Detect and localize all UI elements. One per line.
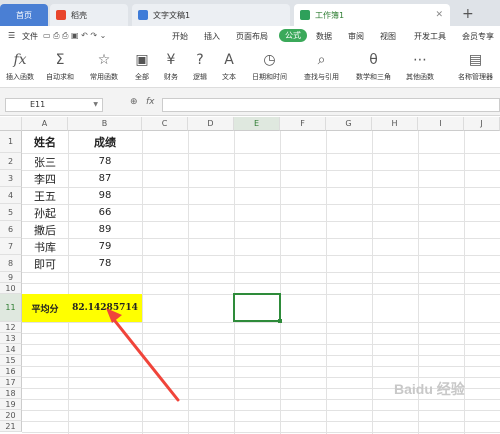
name-box[interactable]: E11 ▼ <box>5 98 103 112</box>
zoom-icon[interactable]: ⊕ <box>130 97 138 107</box>
menu-data[interactable]: 数据 <box>316 31 332 42</box>
fx-label[interactable]: fx <box>146 97 155 107</box>
text-icon: A <box>224 52 234 68</box>
tab-workbook-label: 工作簿1 <box>315 10 345 20</box>
fx-icon: fx <box>13 52 27 68</box>
menu-bar: ☰ 文件 ▭ ⎙ ⎙ ▣ ↶ ↷ ⌄ 开始 插入 页面布局 公式 数据 审阅 视… <box>0 26 500 48</box>
autosum-button[interactable]: Σ 自动求和 <box>46 51 74 82</box>
formula-bar: E11 ▼ ⊕ fx <box>0 88 500 116</box>
date-time-button[interactable]: ◷ 日期和时间 <box>252 51 287 82</box>
lookup-icon: ⌕ <box>317 52 326 68</box>
tab-home[interactable]: 首页 <box>0 4 48 26</box>
menu-developer[interactable]: 开发工具 <box>414 31 446 42</box>
new-tab-button[interactable]: + <box>462 6 474 22</box>
arrow-head-icon <box>106 308 122 323</box>
sigma-icon: Σ <box>55 52 65 68</box>
finance-icon: ¥ <box>166 52 176 68</box>
name-manager-icon: ▤ <box>468 52 483 68</box>
text-button[interactable]: A 文本 <box>222 51 236 82</box>
function-box-icon: ☆ <box>97 52 111 68</box>
formula-input[interactable] <box>162 98 500 112</box>
spreadsheet-icon <box>300 10 310 20</box>
tab-document-label: 文字文稿1 <box>153 10 191 20</box>
math-icon: θ <box>369 52 378 68</box>
insert-function-button[interactable]: fx 插入函数 <box>6 51 34 82</box>
all-functions-button[interactable]: ▣ 全部 <box>135 51 149 82</box>
cell-reference: E11 <box>30 100 46 109</box>
toolbar-quick-icons[interactable]: ▭ ⎙ ⎙ ▣ ↶ ↷ ⌄ <box>43 31 106 41</box>
tab-daoke[interactable]: 稻壳 <box>50 4 128 26</box>
arrow-shaft <box>109 314 180 402</box>
tab-bar: 首页 稻壳 文字文稿1 工作簿1 ✕ + <box>0 0 500 26</box>
hamburger-icon[interactable]: ☰ <box>8 31 15 40</box>
menu-member[interactable]: 会员专享 <box>462 31 494 42</box>
menu-review[interactable]: 审阅 <box>348 31 364 42</box>
close-icon[interactable]: ✕ <box>435 10 443 20</box>
writer-doc-icon <box>138 10 148 20</box>
menu-view[interactable]: 视图 <box>380 31 396 42</box>
name-manager-button[interactable]: ▤ 名称管理器 <box>458 51 493 82</box>
logic-button[interactable]: ? 逻辑 <box>193 51 207 82</box>
lookup-button[interactable]: ⌕ 查找与引用 <box>304 51 339 82</box>
tab-daoke-label: 稻壳 <box>71 10 87 20</box>
finance-button[interactable]: ¥ 财务 <box>164 51 178 82</box>
clock-icon: ◷ <box>263 52 276 68</box>
spreadsheet-grid[interactable]: A B C D E F G H I J 1 2 3 4 5 6 7 8 9 10… <box>0 117 500 434</box>
menu-file[interactable]: 文件 <box>22 31 38 42</box>
chevron-down-icon[interactable]: ▼ <box>93 99 98 111</box>
more-icon: ⋯ <box>413 52 427 68</box>
menu-page-layout[interactable]: 页面布局 <box>236 31 268 42</box>
tab-home-label: 首页 <box>16 10 32 20</box>
logic-icon: ? <box>196 52 204 68</box>
daoke-icon <box>56 10 66 20</box>
ribbon: fx 插入函数 Σ 自动求和 ☆ 常用函数 ▣ 全部 ¥ 财务 ? 逻辑 A 文… <box>0 48 500 88</box>
tab-workbook[interactable]: 工作簿1 ✕ <box>294 4 450 26</box>
menu-insert[interactable]: 插入 <box>204 31 220 42</box>
menu-formula[interactable]: 公式 <box>279 29 307 42</box>
function-box-icon: ▣ <box>135 52 149 68</box>
common-functions-button[interactable]: ☆ 常用函数 <box>90 51 118 82</box>
menu-start[interactable]: 开始 <box>172 31 188 42</box>
watermark-logo: Baidu 经验 <box>394 381 465 397</box>
tab-document[interactable]: 文字文稿1 <box>132 4 290 26</box>
other-functions-button[interactable]: ⋯ 其他函数 <box>406 51 434 82</box>
math-trig-button[interactable]: θ 数学和三角 <box>356 51 391 82</box>
